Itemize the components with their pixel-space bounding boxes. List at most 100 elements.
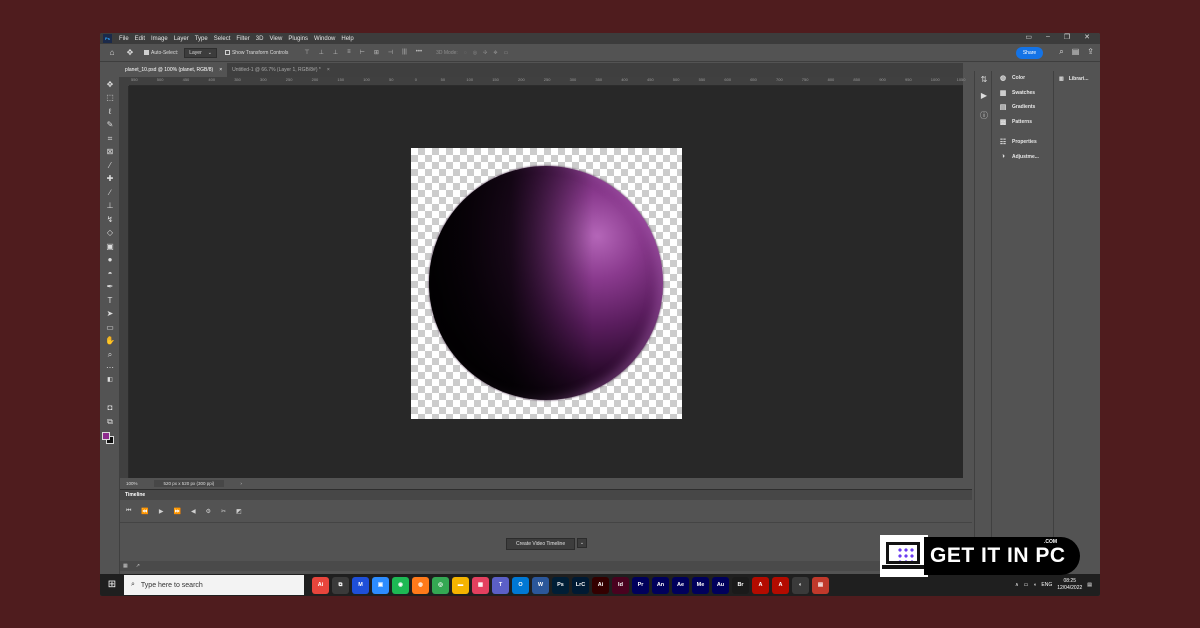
taskbar-app-icon[interactable]: ◎ — [432, 576, 449, 594]
menu-filter[interactable]: Filter — [233, 36, 252, 42]
history-icon[interactable]: ⇅ — [979, 75, 989, 85]
menu-edit[interactable]: Edit — [132, 36, 148, 42]
transition-icon[interactable]: ◩ — [236, 508, 242, 515]
battery-icon[interactable]: ▭ — [1024, 582, 1029, 588]
export-icon[interactable]: ⇪ — [1087, 47, 1094, 57]
prev-frame-icon[interactable]: ⏪ — [141, 508, 148, 515]
taskbar-search-input[interactable]: ⌕ Type here to search — [124, 575, 304, 595]
distribute-h-icon[interactable]: ||| — [402, 49, 407, 56]
panel-libraries[interactable]: ▥ Librari... — [1054, 71, 1100, 87]
minimize-icon[interactable]: – — [1046, 33, 1050, 41]
align-bottom-icon[interactable]: ⊥ — [333, 49, 338, 56]
taskbar-app-icon[interactable]: ◉ — [392, 576, 409, 594]
pen-icon[interactable]: ✒ — [104, 281, 116, 293]
close-tab-icon[interactable]: × — [327, 63, 330, 77]
settings-icon[interactable]: ⚙ — [206, 508, 211, 515]
info-icon[interactable]: ⓘ — [979, 111, 989, 121]
panel-properties[interactable]: ☷ Properties — [993, 135, 1051, 150]
taskbar-clock[interactable]: 08:25 12/04/2022 — [1057, 578, 1082, 592]
roll-icon[interactable]: ◎ — [473, 50, 477, 56]
lasso-icon[interactable]: ℓ — [104, 106, 116, 118]
close-tab-icon[interactable]: × — [219, 63, 222, 77]
more-options[interactable]: ••• — [416, 49, 422, 56]
orbit-icon[interactable]: ◌ — [464, 50, 467, 56]
taskbar-app-icon[interactable]: ▬ — [452, 576, 469, 594]
taskbar-app-icon[interactable]: ◐ — [792, 576, 809, 594]
default-colors-icon[interactable]: ◧ — [104, 374, 116, 386]
transform-controls-checkbox[interactable]: Show Transform Controls — [224, 50, 288, 56]
type-icon[interactable]: T — [104, 295, 116, 307]
create-video-timeline-button[interactable]: Create Video Timeline — [506, 538, 576, 550]
frame-icon[interactable]: ⊠ — [104, 146, 116, 158]
canvas-area[interactable] — [129, 86, 963, 478]
align-hcenter-icon[interactable]: ⊞ — [374, 49, 379, 56]
taskbar-app-icon[interactable]: ◍ — [412, 576, 429, 594]
scale-icon[interactable]: ▭ — [504, 50, 509, 56]
language-indicator[interactable]: ENG — [1041, 582, 1052, 588]
slide-icon[interactable]: ✥ — [493, 50, 497, 56]
windows-start-icon[interactable]: ⊞ — [100, 574, 124, 596]
volume-icon[interactable]: ◖ — [1033, 582, 1036, 588]
timeline-title[interactable]: Timeline — [125, 492, 145, 498]
render-icon[interactable]: ▦ — [123, 563, 128, 569]
menu-layer[interactable]: Layer — [171, 36, 192, 42]
taskbar-app-icon[interactable]: M — [352, 576, 369, 594]
menu-plugins[interactable]: Plugins — [285, 36, 311, 42]
taskbar-app-icon[interactable]: Ae — [672, 576, 689, 594]
menu-file[interactable]: File — [116, 36, 132, 42]
hand-icon[interactable]: ✋ — [104, 335, 116, 347]
menu-select[interactable]: Select — [211, 36, 234, 42]
quick-mask-icon[interactable]: ◘ — [104, 402, 116, 414]
audio-icon[interactable]: ◀ — [191, 508, 196, 515]
taskbar-app-icon[interactable]: Id — [612, 576, 629, 594]
workspace-layout-icon[interactable]: ▤ — [1072, 47, 1080, 57]
panel-adjustments[interactable]: ◑ Adjustme... — [993, 150, 1051, 165]
taskbar-app-icon[interactable]: Br — [732, 576, 749, 594]
taskbar-app-icon[interactable]: Ai — [592, 576, 609, 594]
tab-untitled[interactable]: Untitled-1 @ 66.7% (Layer 1, RGB/8#) * × — [227, 63, 335, 77]
split-icon[interactable]: ✂ — [221, 508, 226, 515]
more-tools-icon[interactable]: ⋯ — [104, 362, 116, 374]
first-frame-icon[interactable]: ⏮ — [126, 508, 131, 515]
rectangle-icon[interactable]: ▭ — [104, 322, 116, 334]
convert-icon[interactable]: ↗ — [136, 563, 140, 569]
quick-select-icon[interactable]: ✎ — [104, 119, 116, 131]
panel-gradients[interactable]: ▤ Gradients — [993, 100, 1051, 115]
move-tool-icon[interactable]: ✥ — [124, 47, 136, 59]
taskbar-app-icon[interactable]: LrC — [572, 576, 589, 594]
dodge-icon[interactable]: ◓ — [104, 268, 116, 280]
stamp-icon[interactable]: ⊥ — [104, 200, 116, 212]
auto-select-checkbox[interactable]: Auto-Select: — [144, 50, 178, 56]
path-select-icon[interactable]: ➤ — [104, 308, 116, 320]
eraser-icon[interactable]: ◇ — [104, 227, 116, 239]
panel-patterns[interactable]: ▩ Patterns — [993, 115, 1051, 130]
restore-icon[interactable]: ❐ — [1064, 33, 1070, 41]
share-button[interactable]: Share — [1016, 47, 1043, 59]
taskbar-app-icon[interactable]: An — [652, 576, 669, 594]
align-left-icon[interactable]: ⊢ — [360, 49, 365, 56]
crop-icon[interactable]: ⌗ — [104, 133, 116, 145]
history-brush-icon[interactable]: ↯ — [104, 214, 116, 226]
eyedropper-icon[interactable]: ⁄ — [104, 160, 116, 172]
taskbar-app-icon[interactable]: Ai — [312, 576, 329, 594]
document-canvas[interactable] — [411, 148, 682, 419]
chevron-down-icon[interactable]: ⌄ — [577, 538, 587, 548]
home-icon[interactable]: ⌂ — [106, 47, 118, 59]
foreground-color-swatch[interactable] — [102, 432, 110, 440]
move-icon[interactable]: ✥ — [104, 79, 116, 91]
menu-image[interactable]: Image — [148, 36, 171, 42]
workspace-icon[interactable]: ▭ — [1025, 33, 1032, 41]
zoom-icon[interactable]: ⌕ — [104, 349, 116, 361]
taskbar-app-icon[interactable]: A — [752, 576, 769, 594]
blur-icon[interactable]: ● — [104, 254, 116, 266]
screen-mode-icon[interactable]: ⧉ — [104, 416, 116, 428]
menu-window[interactable]: Window — [311, 36, 338, 42]
taskbar-app-icon[interactable]: Au — [712, 576, 729, 594]
taskbar-app-icon[interactable]: ▤ — [812, 576, 829, 594]
taskbar-app-icon[interactable]: Pr — [632, 576, 649, 594]
panel-swatches[interactable]: ▦ Swatches — [993, 86, 1051, 101]
healing-icon[interactable]: ✚ — [104, 173, 116, 185]
align-vcenter-icon[interactable]: ⊥ — [319, 49, 324, 56]
show-hidden-icon[interactable]: ∧ — [1015, 582, 1019, 588]
search-icon[interactable]: ⌕ — [1059, 47, 1063, 57]
